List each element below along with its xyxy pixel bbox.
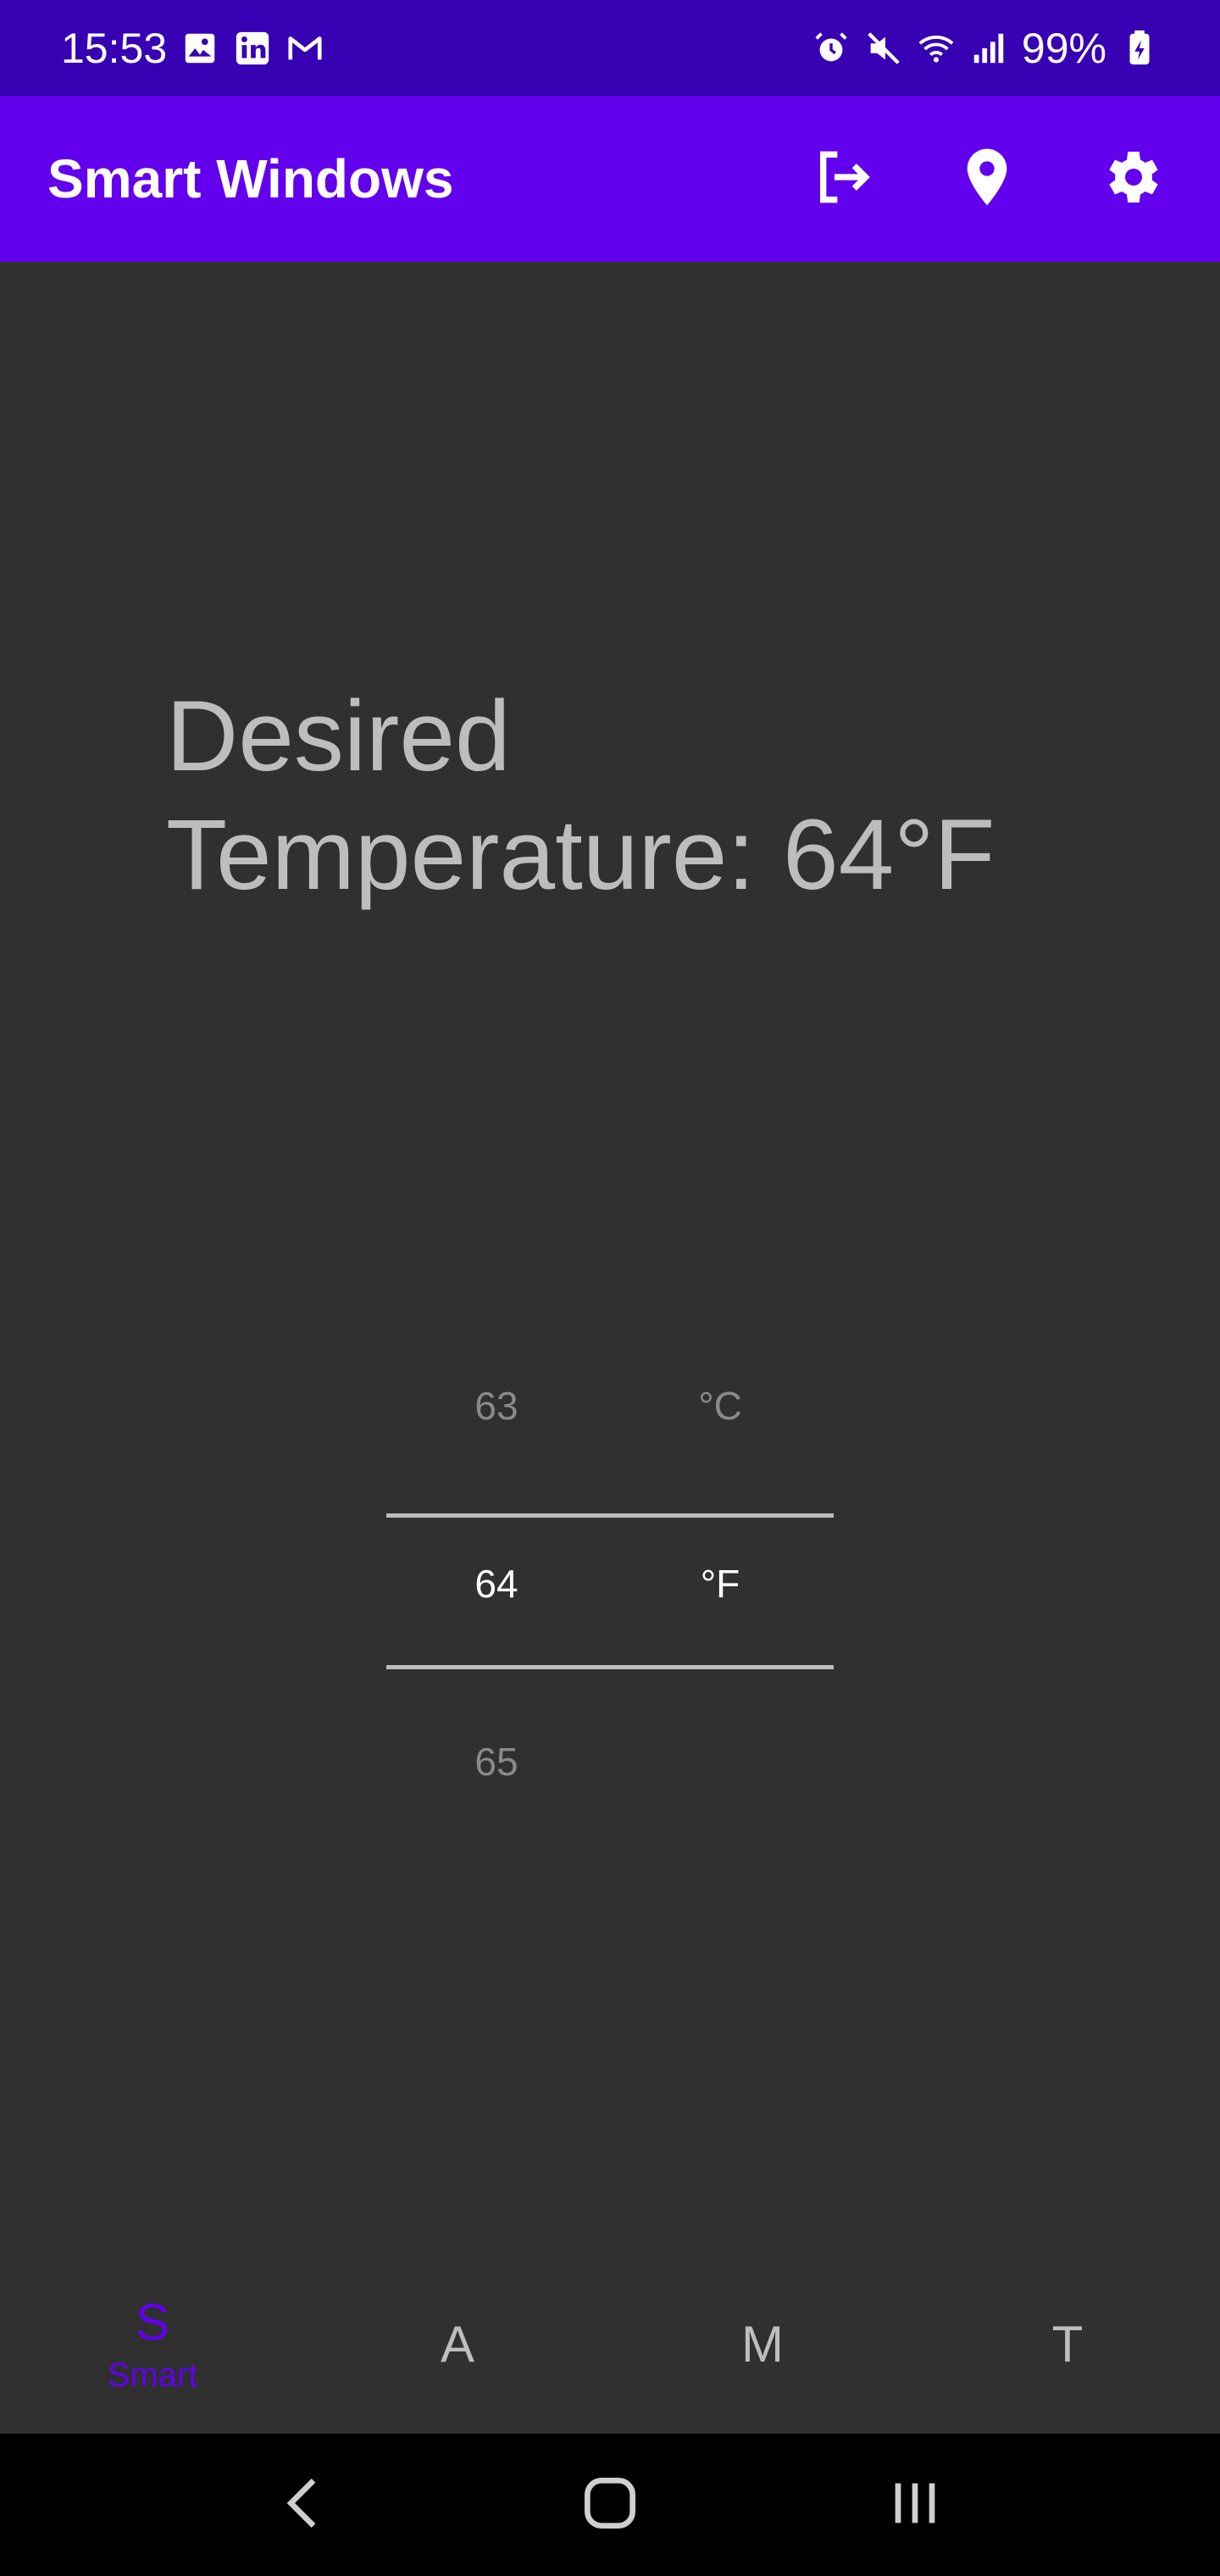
desired-label: Desired [166, 680, 511, 792]
status-right: 99% [812, 24, 1159, 73]
nav-item-m[interactable]: M [610, 2254, 915, 2434]
recents-button[interactable] [864, 2454, 966, 2556]
back-button[interactable] [254, 2454, 356, 2556]
app-title: Smart Windows [47, 148, 454, 209]
battery-percent: 99% [1021, 24, 1106, 72]
temperature-picker[interactable]: 63 64 65 °C °F [386, 1355, 834, 1880]
number-picker[interactable]: 63 64 65 [412, 1355, 581, 1880]
main-content: Desired Temperature: 64°F 63 64 65 °C °F [0, 262, 1220, 2254]
app-bar: Smart Windows [0, 96, 1220, 262]
alarm-icon [812, 29, 851, 68]
nav-letter: A [440, 2315, 475, 2373]
nav-item-smart[interactable]: S Smart [0, 2254, 305, 2434]
signal-icon [969, 29, 1008, 68]
home-icon [576, 2469, 644, 2541]
wifi-icon [917, 29, 956, 68]
bottom-navigation: S Smart A M T [0, 2254, 1220, 2434]
location-icon [953, 143, 1021, 215]
picker-unit-prev[interactable]: °C [635, 1355, 805, 1457]
home-button[interactable] [559, 2454, 661, 2556]
nav-item-a[interactable]: A [305, 2254, 610, 2434]
status-time: 15:53 [61, 24, 168, 72]
temperature-line: Temperature: 64°F [166, 799, 995, 911]
desired-temperature-text: Desired Temperature: 64°F [166, 677, 1098, 914]
picker-number-next[interactable]: 65 [412, 1711, 581, 1813]
location-button[interactable] [932, 124, 1042, 234]
system-navigation-bar [0, 2434, 1220, 2576]
nav-letter: M [741, 2315, 784, 2373]
picker-number-current[interactable]: 64 [412, 1533, 581, 1635]
image-icon [180, 29, 219, 68]
linkedin-icon [233, 29, 272, 68]
settings-icon [1097, 143, 1165, 215]
picker-number-prev[interactable]: 63 [412, 1355, 581, 1457]
unit-picker[interactable]: °C °F [635, 1355, 805, 1880]
nav-item-t[interactable]: T [915, 2254, 1220, 2434]
battery-charging-icon [1120, 29, 1159, 68]
settings-button[interactable] [1076, 124, 1186, 234]
app-actions [788, 124, 1186, 234]
recents-icon [881, 2469, 949, 2541]
status-left: 15:53 [61, 24, 324, 73]
status-bar: 15:53 99% [0, 0, 1220, 96]
logout-icon [809, 143, 877, 215]
nav-label: Smart [107, 2357, 198, 2394]
gmail-icon [286, 29, 324, 68]
picker-unit-current[interactable]: °F [635, 1533, 805, 1635]
back-icon [271, 2469, 339, 2541]
logout-button[interactable] [788, 124, 898, 234]
mute-icon [864, 29, 903, 68]
nav-letter: T [1051, 2315, 1084, 2373]
nav-letter: S [135, 2294, 170, 2351]
